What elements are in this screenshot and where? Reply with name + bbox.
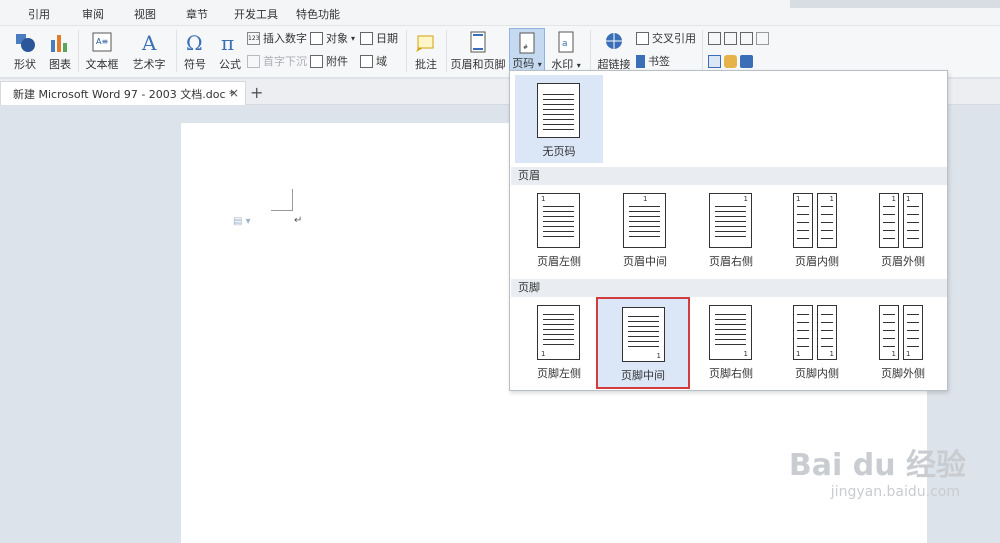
dropdown-arrow-icon: ▾ xyxy=(576,61,581,70)
header-outside-option[interactable]: 1 1 页眉外侧 xyxy=(859,185,947,273)
svg-text:A≡: A≡ xyxy=(96,37,108,46)
header-footer-button[interactable]: 页眉和页脚 xyxy=(450,28,506,74)
separator xyxy=(702,30,703,72)
field-button[interactable]: 域 xyxy=(360,52,387,70)
header-center-option[interactable]: 1 页眉中间 xyxy=(601,185,689,273)
frame-icon xyxy=(756,31,769,45)
insert-number-button[interactable]: 123 插入数字 xyxy=(247,29,307,47)
separator xyxy=(176,30,177,72)
margin-corner-mark xyxy=(271,189,293,211)
design-mode-icon xyxy=(708,54,721,68)
header-inside-option[interactable]: 1 1 页眉内侧 xyxy=(773,185,861,273)
cross-reference-button[interactable]: 交叉引用 xyxy=(636,29,696,47)
paste-options-icon[interactable]: ▤ ▾ xyxy=(233,216,251,227)
omega-icon: Ω xyxy=(186,31,203,54)
object-button[interactable]: 对象 ▾ xyxy=(310,29,355,47)
footer-right-option[interactable]: 1 页脚右侧 xyxy=(687,297,775,385)
number-icon: 123 xyxy=(247,31,260,45)
menu-chapter[interactable]: 章节 xyxy=(186,6,208,22)
globe-link-icon xyxy=(606,33,622,49)
header-right-option[interactable]: 1 页眉右侧 xyxy=(687,185,775,273)
baidu-watermark-logo: Bai du 经验 xyxy=(788,448,966,483)
checkbox-icon xyxy=(724,31,737,45)
symbol-button[interactable]: Ω 符号 xyxy=(180,28,210,74)
no-page-number-option[interactable]: 无页码 xyxy=(515,75,603,163)
svg-text:Ω: Ω xyxy=(186,31,203,54)
svg-text:A: A xyxy=(141,31,157,54)
page-number-icon: # xyxy=(519,32,535,54)
menu-features[interactable]: 特色功能 xyxy=(296,6,340,22)
watermark-button[interactable]: a 水印 ▾ xyxy=(548,28,584,74)
footer-inside-option[interactable]: 1 1 页脚内侧 xyxy=(773,297,861,385)
svg-text:π: π xyxy=(221,31,234,54)
bookmark-button[interactable]: 书签 xyxy=(636,52,670,70)
separator xyxy=(78,30,79,72)
header-footer-icon xyxy=(470,31,486,53)
date-button[interactable]: 日期 xyxy=(360,29,398,47)
bookmark-icon xyxy=(636,54,645,68)
svg-text:#: # xyxy=(523,44,528,51)
document-tab[interactable]: 新建 Microsoft Word 97 - 2003 文档.doc * × xyxy=(0,81,246,105)
shapes-icon xyxy=(16,34,35,52)
textbox-button[interactable]: A≡ 文本框 xyxy=(82,28,122,74)
shapes-button[interactable]: 形状 xyxy=(6,28,44,74)
paragraph-mark: ↵ xyxy=(294,215,303,226)
calendar-icon xyxy=(360,31,373,45)
dropcap-icon xyxy=(247,54,260,68)
eraser-icon xyxy=(724,54,737,68)
page-number-button[interactable]: # 页码 ▾ xyxy=(509,28,545,74)
menu-view[interactable]: 视图 xyxy=(134,6,156,22)
separator xyxy=(446,30,447,72)
watermark-icon: a xyxy=(558,31,574,53)
menu-review[interactable]: 审阅 xyxy=(82,6,104,22)
cross-reference-icon xyxy=(636,31,649,45)
chart-icon xyxy=(51,35,67,52)
page-thumbnail xyxy=(537,83,580,138)
page-number-dropdown: 无页码 页眉 1 页眉左侧 1 页眉中间 1 页眉右侧 1 1 页眉内侧 1 1… xyxy=(509,70,948,391)
separator xyxy=(590,30,591,72)
formula-button[interactable]: π 公式 xyxy=(216,28,244,74)
form-tools[interactable] xyxy=(708,52,753,70)
hyperlink-button[interactable]: 超链接 xyxy=(594,28,634,74)
textfield-icon xyxy=(708,31,721,45)
header-section-title: 页眉 xyxy=(511,167,947,185)
menu-bar: 引用 审阅 视图 章节 开发工具 特色功能 xyxy=(0,0,1000,26)
field-icon xyxy=(360,54,373,68)
footer-outside-option[interactable]: 1 1 页脚外侧 xyxy=(859,297,947,385)
dropcap-button[interactable]: 首字下沉 xyxy=(247,52,307,70)
new-tab-button[interactable]: + xyxy=(250,83,263,102)
footer-left-option[interactable]: 1 页脚左侧 xyxy=(515,297,603,385)
header-left-option[interactable]: 1 页眉左侧 xyxy=(515,185,603,273)
combo-icon xyxy=(740,31,753,45)
baidu-watermark-url: jingyan.baidu.com xyxy=(830,484,960,500)
pi-icon: π xyxy=(221,31,234,54)
comment-icon xyxy=(416,35,434,52)
dropdown-arrow-icon: ▾ xyxy=(351,33,356,43)
title-corner xyxy=(790,0,1000,8)
dropdown-arrow-icon: ▾ xyxy=(537,60,542,69)
wordart-button[interactable]: A 艺术字 xyxy=(128,28,170,74)
footer-center-option[interactable]: 1 页脚中间 xyxy=(596,297,690,389)
separator xyxy=(406,30,407,72)
textbox-icon: A≡ xyxy=(92,32,112,52)
close-tab-icon[interactable]: × xyxy=(229,86,239,100)
chart-button[interactable]: 图表 xyxy=(46,28,74,74)
svg-text:a: a xyxy=(562,39,568,49)
comment-button[interactable]: 批注 xyxy=(410,28,442,74)
form-controls[interactable] xyxy=(708,29,769,47)
menu-references[interactable]: 引用 xyxy=(28,6,50,22)
menu-developer[interactable]: 开发工具 xyxy=(234,6,278,22)
attachment-icon xyxy=(310,54,323,68)
attachment-button[interactable]: 附件 xyxy=(310,52,348,70)
lock-icon xyxy=(740,54,753,68)
footer-section-title: 页脚 xyxy=(511,279,947,297)
object-icon xyxy=(310,31,323,45)
wordart-icon: A xyxy=(141,31,157,54)
